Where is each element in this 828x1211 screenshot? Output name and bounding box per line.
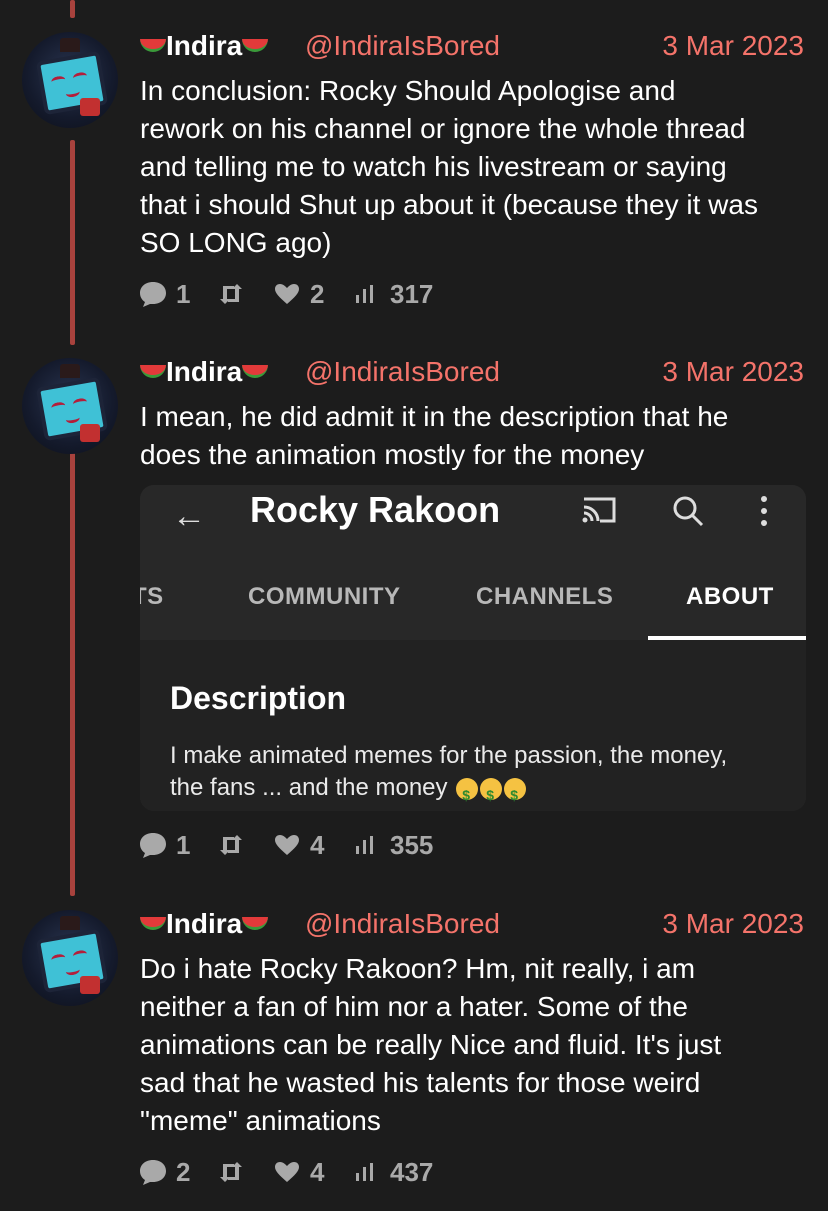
tweet-text-line: neither a fan of him nor a hater. Some o… bbox=[140, 991, 688, 1022]
heart-icon bbox=[275, 1162, 299, 1182]
tweet-text-line: animations can be really Nice and fluid.… bbox=[140, 1029, 722, 1060]
retweet-icon bbox=[220, 1162, 242, 1182]
reply-icon bbox=[140, 1160, 166, 1185]
like-button[interactable]: 4 bbox=[274, 1155, 324, 1189]
avatar[interactable] bbox=[22, 910, 118, 1006]
tweet-text-line: "meme" animations bbox=[140, 1105, 381, 1136]
like-count: 4 bbox=[310, 1156, 325, 1187]
display-name[interactable]: Indira bbox=[140, 908, 269, 940]
retweet-button[interactable] bbox=[218, 1155, 244, 1189]
tweet-header: Indira @IndiraIsBored 3 Mar 2023 bbox=[140, 908, 804, 942]
watermelon-icon bbox=[242, 916, 269, 931]
tweet-date[interactable]: 3 Mar 2023 bbox=[662, 908, 804, 940]
tweet-text-line: sad that he wasted his talents for those… bbox=[140, 1067, 701, 1098]
tweet[interactable]: Indira @IndiraIsBored 3 Mar 2023 Do i ha… bbox=[0, 0, 828, 1211]
tweet-text: Do i hate Rocky Rakoon? Hm, nit really, … bbox=[140, 950, 804, 1140]
tweet-text-line: Do i hate Rocky Rakoon? Hm, nit really, … bbox=[140, 953, 696, 984]
watermelon-icon bbox=[140, 916, 166, 931]
views-button[interactable]: 437 bbox=[354, 1155, 433, 1189]
view-count: 437 bbox=[390, 1156, 434, 1187]
reply-button[interactable]: 2 bbox=[138, 1155, 190, 1189]
user-handle[interactable]: @IndiraIsBored bbox=[305, 908, 500, 940]
reply-count: 2 bbox=[176, 1156, 191, 1187]
views-icon bbox=[356, 1163, 373, 1181]
